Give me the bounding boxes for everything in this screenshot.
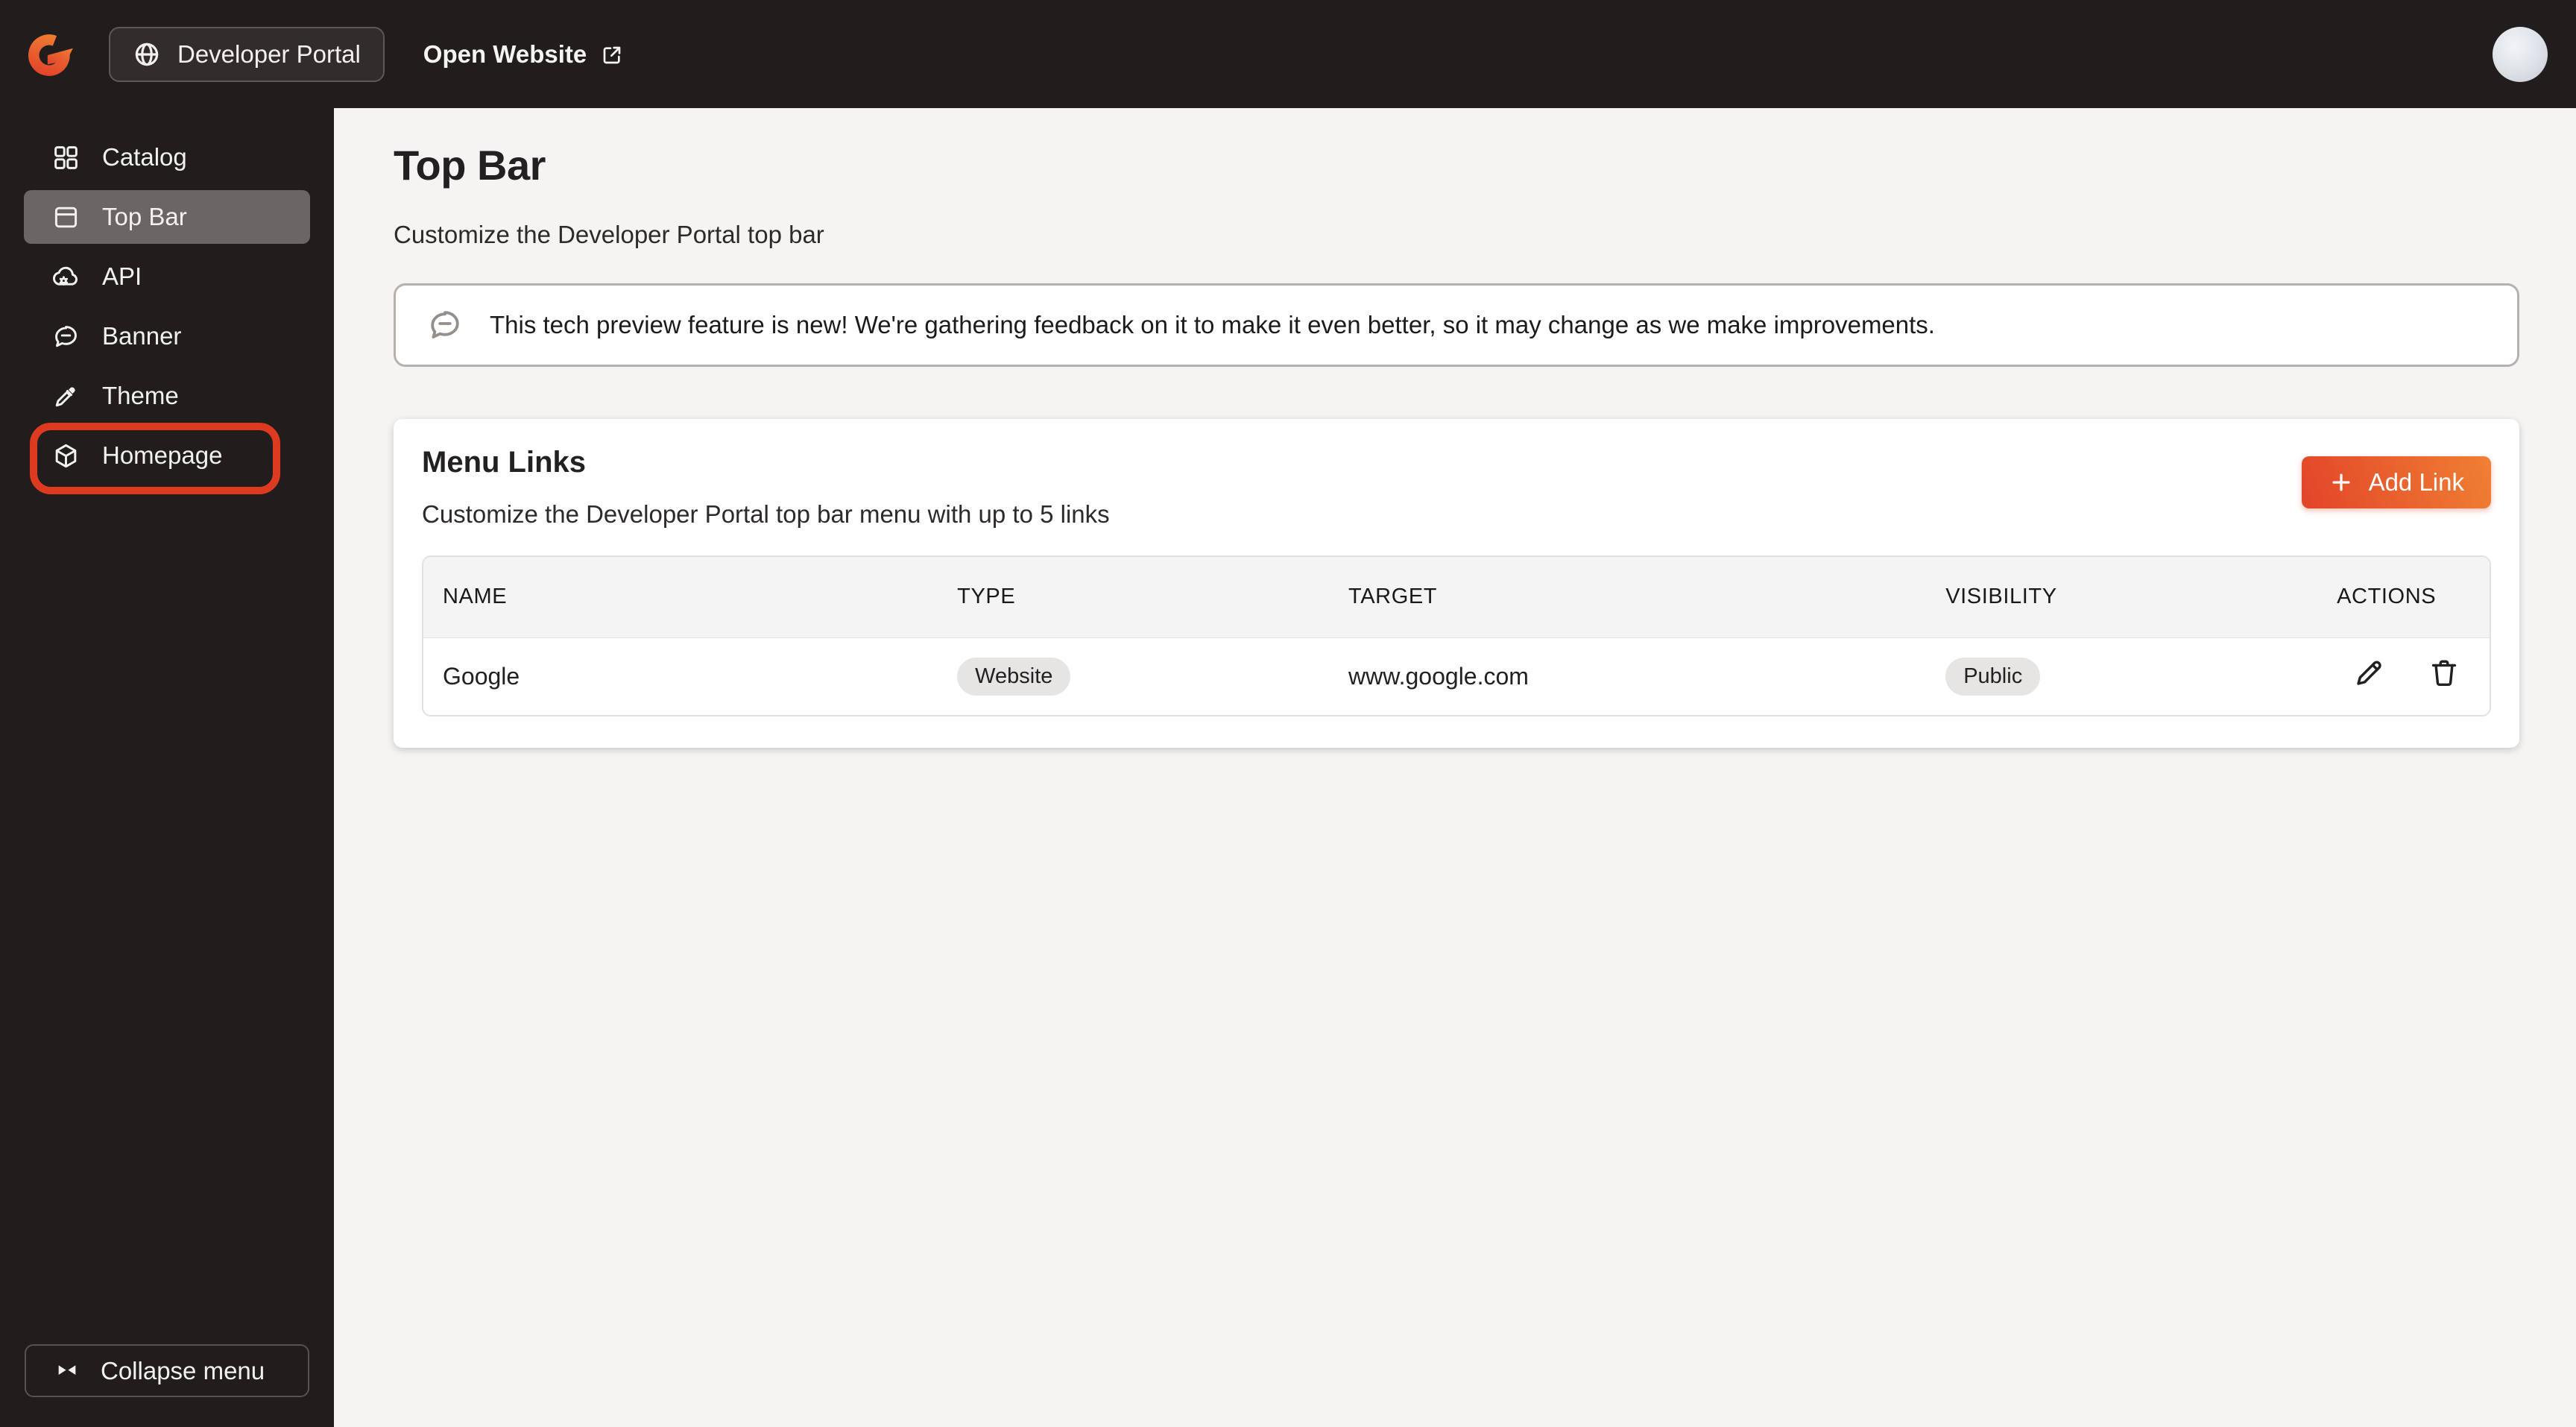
trash-icon	[2431, 660, 2457, 687]
page-title: Top Bar	[394, 142, 546, 189]
sidebar-item-label: Homepage	[102, 441, 223, 469]
column-header-target: TARGET	[1329, 557, 1927, 638]
add-link-label: Add Link	[2368, 468, 2464, 496]
top-header: Developer Portal Open Website	[0, 0, 2576, 108]
eyedropper-icon	[55, 386, 75, 406]
tech-preview-text: This tech preview feature is new! We're …	[490, 311, 1935, 338]
menu-links-subtitle: Customize the Developer Portal top bar m…	[422, 500, 1110, 528]
plus-icon	[2332, 473, 2350, 491]
link-type-cell: Website	[938, 637, 1330, 715]
menu-links-card: Menu Links Customize the Developer Porta…	[394, 419, 2519, 748]
cube-icon	[55, 444, 77, 467]
type-badge: Website	[957, 657, 1071, 696]
table-row: Google Website www.google.com Public	[423, 637, 2490, 715]
edit-link-button[interactable]	[2352, 656, 2386, 690]
globe-icon	[135, 42, 159, 66]
sidebar-item-catalog[interactable]: Catalog	[24, 130, 310, 184]
open-website-link[interactable]: Open Website	[423, 40, 624, 69]
sidebar-item-theme[interactable]: Theme	[24, 369, 310, 423]
developer-portal-button[interactable]: Developer Portal	[109, 26, 385, 82]
column-header-name: NAME	[423, 557, 938, 638]
sidebar-item-label: Top Bar	[102, 203, 187, 230]
gravitee-logo-icon[interactable]	[27, 30, 76, 79]
user-avatar[interactable]	[2493, 26, 2548, 82]
add-link-button[interactable]: Add Link	[2301, 456, 2491, 508]
collapse-menu-button[interactable]: Collapse menu	[25, 1344, 309, 1397]
collapse-arrows-icon	[58, 1364, 76, 1375]
open-website-label: Open Website	[423, 40, 587, 68]
sidebar: Catalog Top Bar API Banner Theme Homepag…	[0, 108, 334, 1427]
sidebar-item-homepage[interactable]: Homepage	[24, 429, 310, 482]
link-visibility-cell: Public	[1926, 637, 2318, 715]
column-header-actions: ACTIONS	[2317, 557, 2490, 638]
collapse-menu-label: Collapse menu	[101, 1356, 265, 1385]
pencil-icon	[2357, 661, 2381, 685]
menu-links-title: Menu Links	[422, 446, 587, 479]
sidebar-item-label: Catalog	[102, 143, 187, 171]
grid-icon	[54, 145, 78, 169]
window-top-bar-icon	[54, 207, 78, 227]
column-header-type: TYPE	[938, 557, 1330, 638]
cloud-gear-icon	[53, 266, 78, 286]
visibility-badge: Public	[1945, 657, 2041, 696]
sidebar-item-label: Banner	[102, 322, 182, 350]
sidebar-item-banner[interactable]: Banner	[24, 309, 310, 363]
column-header-visibility: VISIBILITY	[1926, 557, 2318, 638]
developer-portal-label: Developer Portal	[177, 40, 361, 68]
sidebar-nav: Catalog Top Bar API Banner Theme Homepag…	[0, 108, 334, 494]
sidebar-item-label: Theme	[102, 382, 179, 409]
tech-preview-banner: This tech preview feature is new! We're …	[394, 283, 2519, 367]
link-target-cell: www.google.com	[1329, 637, 1927, 715]
delete-link-button[interactable]	[2427, 656, 2461, 690]
message-bubble-icon	[55, 325, 77, 347]
sidebar-item-label: API	[102, 262, 142, 290]
link-actions-cell	[2317, 637, 2490, 715]
sidebar-item-api[interactable]: API	[24, 250, 310, 303]
message-bubble-icon	[431, 311, 459, 338]
menu-links-header: Menu Links Customize the Developer Porta…	[422, 446, 2491, 529]
menu-links-table: NAME TYPE TARGET VISIBILITY ACTIONS Goog…	[422, 555, 2491, 716]
page-subtitle: Customize the Developer Portal top bar	[394, 221, 824, 248]
main-content: Top Bar Customize the Developer Portal t…	[334, 108, 2576, 1427]
link-name-cell: Google	[423, 637, 938, 715]
sidebar-item-top-bar[interactable]: Top Bar	[24, 190, 310, 244]
table-header-row: NAME TYPE TARGET VISIBILITY ACTIONS	[423, 557, 2490, 638]
external-link-icon	[603, 46, 621, 63]
